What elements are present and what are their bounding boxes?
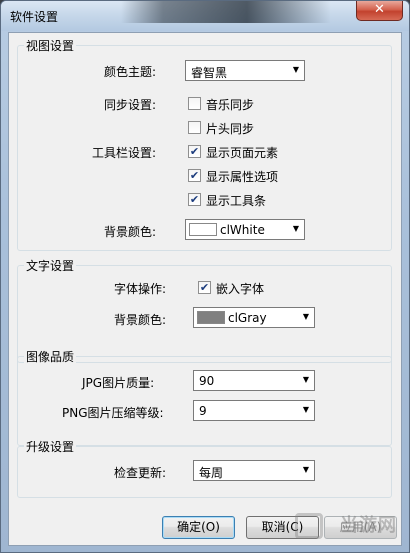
watermark: 当游网 <box>340 515 397 536</box>
show-page-elements-checkbox[interactable]: ✔ 显示页面元素 <box>188 144 288 160</box>
check-update-select[interactable]: 每周 ▼ <box>193 460 315 481</box>
header-sync-label: 片头同步 <box>206 122 255 136</box>
text-bg-color-select[interactable]: clGray ▼ <box>193 307 315 328</box>
show-props-checkbox[interactable]: ✔ 显示属性选项 <box>188 168 288 184</box>
chevron-down-icon: ▼ <box>302 465 309 474</box>
jpg-quality-value: 90 <box>199 374 215 388</box>
color-swatch <box>197 311 225 324</box>
show-toolbar-checkbox[interactable]: ✔ 显示工具条 <box>188 192 288 208</box>
image-quality-legend: 图像品质 <box>24 348 77 365</box>
show-props-label: 显示属性选项 <box>206 170 279 184</box>
music-sync-label: 音乐同步 <box>206 98 255 112</box>
theme-label: 颜色主题: <box>104 65 157 79</box>
check-update-label: 检查更新: <box>114 466 167 480</box>
settings-window: 软件设置 ✕ 视图设置 颜色主题: 睿智黑 ▼ 同步设置: 音乐同步 片头同步 … <box>0 0 410 553</box>
view-bg-color-value: clWhite <box>220 223 265 237</box>
view-settings-group: 视图设置 颜色主题: 睿智黑 ▼ 同步设置: 音乐同步 片头同步 工具栏设置: … <box>17 37 392 251</box>
image-quality-group: 图像品质 JPG图片质量: 90 ▼ PNG图片压缩等级: 9 ▼ <box>17 348 392 446</box>
close-icon: ✕ <box>374 2 385 17</box>
check-update-value: 每周 <box>199 466 224 480</box>
png-compress-value: 9 <box>199 404 207 418</box>
font-operation-label: 字体操作: <box>114 282 167 296</box>
sync-label: 同步设置: <box>104 98 157 112</box>
dialog-body: 视图设置 颜色主题: 睿智黑 ▼ 同步设置: 音乐同步 片头同步 工具栏设置: … <box>8 32 402 546</box>
text-bg-color-value: clGray <box>228 311 267 325</box>
window-title: 软件设置 <box>10 10 59 24</box>
title-bar[interactable]: 软件设置 ✕ <box>1 1 409 31</box>
text-settings-legend: 文字设置 <box>24 257 77 274</box>
ok-button[interactable]: 确定(O) <box>162 516 235 539</box>
chevron-down-icon: ▼ <box>302 405 309 414</box>
chevron-down-icon: ▼ <box>302 375 309 384</box>
view-settings-legend: 视图设置 <box>24 37 77 54</box>
checkbox-box <box>188 121 201 134</box>
title-bar-background <box>121 1 331 23</box>
checkmark-icon: ✔ <box>188 169 201 182</box>
png-compress-label: PNG图片压缩等级: <box>62 406 164 420</box>
checkbox-box <box>188 97 201 110</box>
upgrade-settings-group: 升级设置 检查更新: 每周 ▼ <box>17 438 392 498</box>
show-toolbar-label: 显示工具条 <box>206 194 267 208</box>
music-sync-checkbox[interactable]: 音乐同步 <box>188 96 268 112</box>
upgrade-settings-legend: 升级设置 <box>24 438 77 455</box>
checkmark-icon: ✔ <box>188 145 201 158</box>
view-bg-color-select[interactable]: clWhite ▼ <box>185 219 305 240</box>
embed-font-label: 嵌入字体 <box>216 282 265 296</box>
close-button[interactable]: ✕ <box>356 1 403 21</box>
view-bg-color-label: 背景颜色: <box>104 225 157 239</box>
checkmark-icon: ✔ <box>188 193 201 206</box>
checkmark-icon: ✔ <box>198 281 211 294</box>
theme-value: 睿智黑 <box>191 66 228 80</box>
jpg-quality-label: JPG图片质量: <box>82 376 155 390</box>
jpg-quality-select[interactable]: 90 ▼ <box>193 370 315 391</box>
text-bg-color-label: 背景颜色: <box>114 313 167 327</box>
embed-font-checkbox[interactable]: ✔ 嵌入字体 <box>198 280 278 296</box>
toolbar-label: 工具栏设置: <box>92 146 157 160</box>
show-page-elements-label: 显示页面元素 <box>206 146 279 160</box>
chevron-down-icon: ▼ <box>302 312 309 321</box>
header-sync-checkbox[interactable]: 片头同步 <box>188 120 268 136</box>
watermark-logo-icon <box>295 513 323 539</box>
chevron-down-icon: ▼ <box>292 224 299 233</box>
color-swatch <box>189 223 217 236</box>
chevron-down-icon: ▼ <box>292 65 299 74</box>
png-compress-select[interactable]: 9 ▼ <box>193 400 315 421</box>
theme-select[interactable]: 睿智黑 ▼ <box>185 60 305 81</box>
